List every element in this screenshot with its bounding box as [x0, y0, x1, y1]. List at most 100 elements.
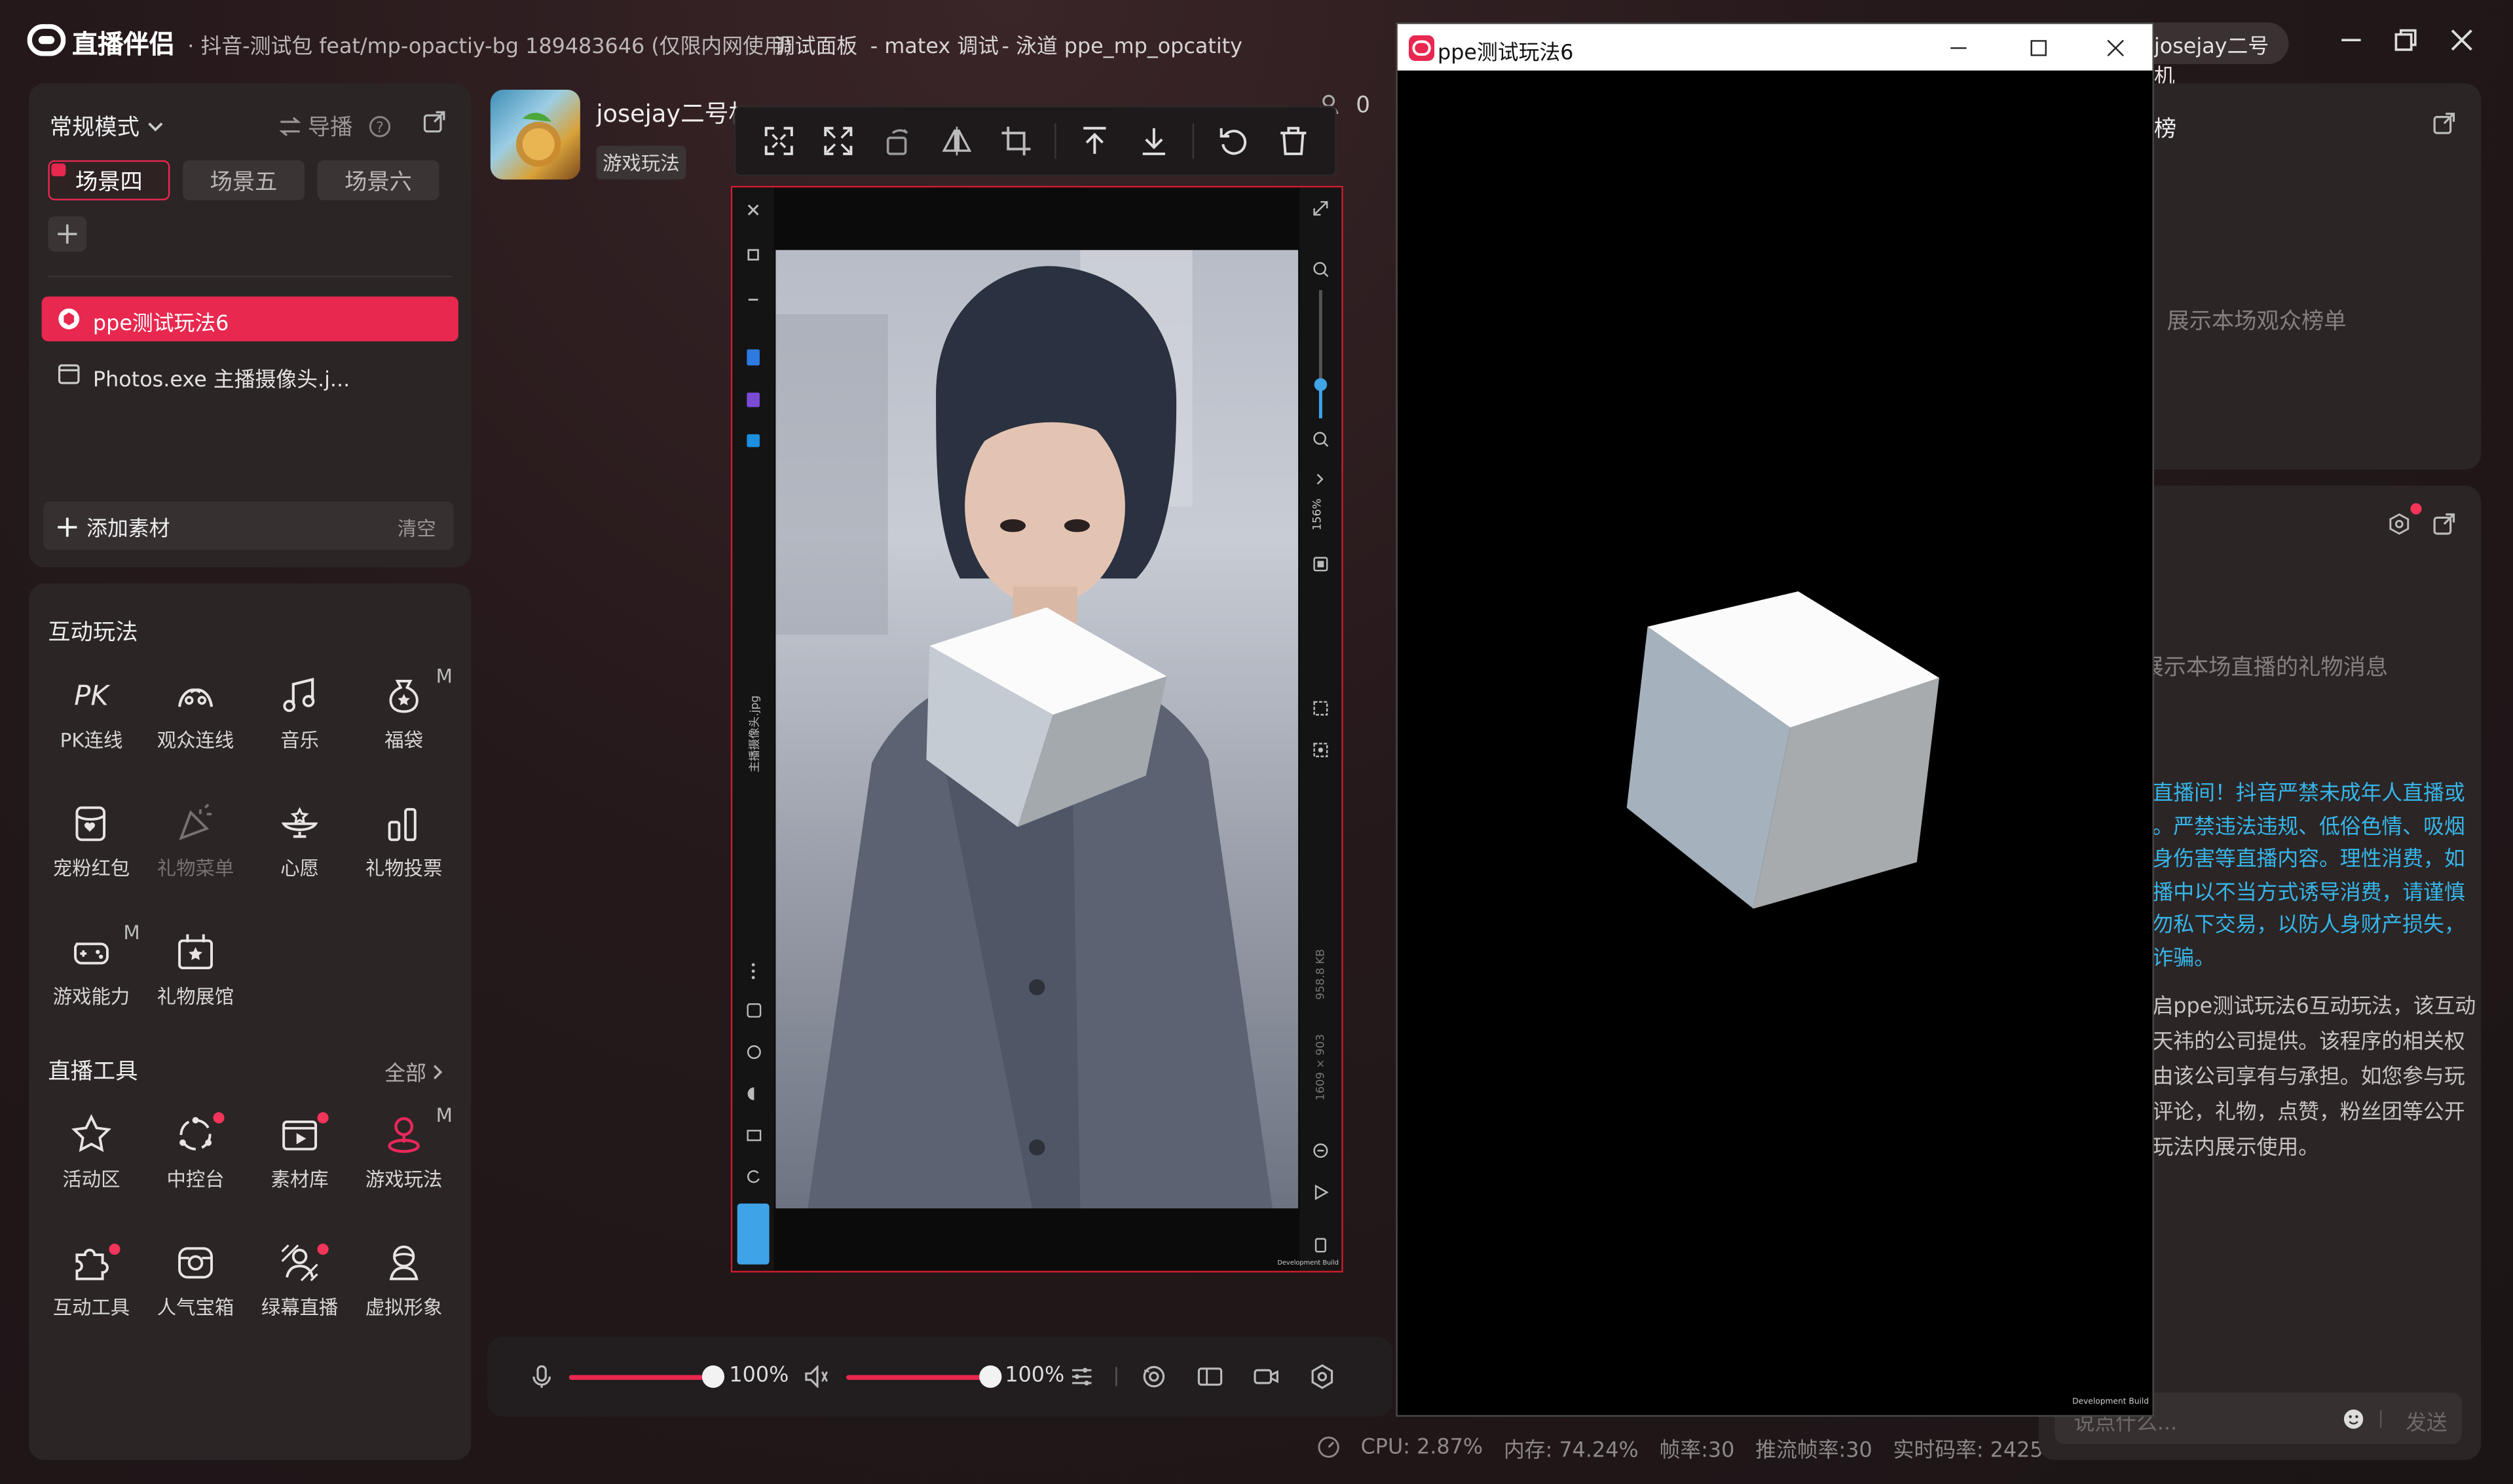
scene-tab-5[interactable]: 场景五 [182, 160, 305, 200]
popout-icon[interactable] [423, 111, 445, 133]
mode-selector[interactable]: 常规模式 [50, 111, 164, 143]
grid-item-music[interactable]: 音乐 [248, 675, 351, 753]
app-blue-icon[interactable] [747, 349, 760, 365]
green-screen-icon [279, 1242, 321, 1284]
grid-item-label: 福袋 [384, 729, 424, 752]
more-icon[interactable] [750, 961, 756, 980]
scene-tab-6[interactable]: 场景六 [317, 160, 439, 200]
viewer-tool-icon[interactable] [747, 1045, 761, 1060]
grid-item-activity[interactable]: 活动区 [40, 1114, 143, 1193]
grid-item-media-library[interactable]: 素材库 [248, 1112, 351, 1193]
popout-icon[interactable] [2433, 513, 2455, 535]
grid-item-console[interactable]: 中控台 [144, 1112, 247, 1193]
rotate-button[interactable] [870, 107, 925, 175]
grid-item-audience-link[interactable]: 观众连线 [144, 675, 247, 753]
scene-tab-4[interactable]: 场景四 [48, 160, 170, 200]
move-top-button[interactable] [1068, 107, 1122, 175]
grid-item-interactive-tools[interactable]: 互动工具 [40, 1242, 143, 1321]
maximize-icon[interactable] [747, 248, 760, 261]
fit-screen-button[interactable] [752, 107, 806, 175]
speaker-volume-slider[interactable] [846, 1365, 1002, 1388]
viewer-tool-icon[interactable] [1312, 742, 1328, 758]
delete-button[interactable] [1266, 107, 1320, 175]
grid-item-wish[interactable]: 心愿 [248, 803, 351, 881]
viewer-tool-icon[interactable] [747, 1170, 761, 1184]
viewer-tool-icon[interactable] [747, 1003, 762, 1018]
chevron-right-icon[interactable] [1316, 473, 1326, 486]
popout-icon[interactable] [2433, 112, 2455, 134]
grid-item-gift-hall[interactable]: 礼物展馆 [144, 931, 247, 1010]
grid-item-treasure-box[interactable]: 人气宝箱 [144, 1242, 247, 1321]
source-item-active[interactable]: ppe测试玩法6 [41, 296, 458, 342]
viewer-tool-icon[interactable] [1314, 1237, 1328, 1253]
app-window: 直播伴侣 · 抖音-测试包 feat/mp-opactiy-bg 1894836… [0, 0, 2513, 1484]
grid-item-red-packet[interactable]: 宠粉红包 [40, 803, 143, 881]
grid-item-pk[interactable]: PK PK连线 [40, 675, 143, 753]
popup-minimize-button[interactable] [1943, 33, 1975, 62]
microphone-icon[interactable] [532, 1365, 551, 1388]
zoom-out-icon[interactable] [1312, 431, 1329, 447]
viewer-tool-icon[interactable] [747, 1086, 761, 1101]
grid-item-game-play[interactable]: 游戏玩法 M [352, 1104, 455, 1193]
add-material-button[interactable]: 添加素材 [58, 511, 170, 542]
app-cyan-icon[interactable] [747, 434, 760, 447]
restore-button[interactable] [2388, 22, 2423, 58]
popup-maximize-button[interactable] [2022, 33, 2055, 62]
m-badge: M [436, 665, 453, 688]
preview-canvas[interactable]: 主播摄像头.jpg 156% 958.8 KB 1609 × 903 Devel… [730, 185, 1343, 1272]
close-icon[interactable] [747, 204, 760, 217]
performance-icon[interactable] [1318, 1436, 1340, 1458]
user-chip[interactable]: josejay二号机 [2131, 22, 2289, 90]
close-button[interactable] [2444, 22, 2480, 58]
crop-button[interactable] [989, 107, 1043, 175]
grid-item-gift-menu[interactable]: 礼物菜单 [144, 803, 247, 881]
minimize-button[interactable] [2334, 22, 2369, 58]
mic-slider-thumb[interactable] [701, 1365, 725, 1388]
notice-line: 诈骗。 [2152, 947, 2215, 971]
stream-cover-avatar[interactable] [490, 90, 580, 180]
zoom-slider[interactable] [1314, 289, 1328, 418]
grid-item-avatar[interactable]: 虚拟形象 [352, 1242, 455, 1321]
settings-gear-icon[interactable] [2388, 513, 2410, 535]
mic-volume-slider[interactable] [568, 1365, 725, 1388]
camera-settings-icon[interactable] [1141, 1363, 1166, 1389]
viewer-tool-icon[interactable] [1312, 700, 1328, 716]
matex-debug-link[interactable]: - matex 调试 [870, 29, 999, 60]
source-item[interactable]: Photos.exe 主播摄像头.j... [42, 352, 458, 398]
app-purple-icon[interactable] [747, 392, 760, 407]
send-button[interactable]: 发送 [2406, 1405, 2448, 1436]
grid-item-gift-vote[interactable]: 礼物投票 [352, 803, 455, 881]
flip-horizontal-button[interactable] [929, 107, 984, 175]
fill-screen-button[interactable] [811, 107, 865, 175]
emoji-icon[interactable] [2343, 1409, 2364, 1430]
grid-item-lucky-bag[interactable]: 福袋 M [352, 665, 455, 753]
popup-close-button[interactable] [2100, 33, 2132, 62]
debug-panel-link[interactable]: 调试面板 [774, 29, 857, 60]
zoom-slider-thumb[interactable] [1314, 378, 1328, 392]
lucky-bag-icon [383, 675, 425, 716]
star-icon [71, 1114, 113, 1156]
reset-button[interactable] [1205, 107, 1259, 175]
tools-all-link[interactable]: 全部 [384, 1056, 444, 1086]
video-camera-icon[interactable] [1254, 1363, 1279, 1389]
fit-icon[interactable] [1312, 556, 1328, 572]
expand-icon[interactable] [1312, 200, 1328, 216]
zoom-in-icon[interactable] [1312, 261, 1329, 277]
screen-layout-icon[interactable] [1197, 1363, 1223, 1389]
stream-tag[interactable]: 游戏玩法 [596, 145, 686, 180]
speaker-slider-thumb[interactable] [979, 1365, 1002, 1388]
clear-button[interactable]: 清空 [398, 515, 436, 542]
mixer-icon[interactable] [1071, 1365, 1093, 1388]
play-icon[interactable] [1312, 1184, 1329, 1200]
settings-gear-icon[interactable] [1309, 1363, 1335, 1390]
minimize-icon[interactable] [747, 293, 760, 306]
guide-button[interactable]: 导播 ? [279, 111, 391, 143]
move-bottom-button[interactable] [1126, 107, 1181, 175]
viewer-tool-icon[interactable] [747, 1128, 762, 1143]
grid-item-game-ability[interactable]: 游戏能力 M [40, 921, 143, 1010]
viewer-tool-icon[interactable] [1312, 1143, 1328, 1159]
speaker-icon[interactable] [804, 1365, 828, 1388]
edit-button[interactable] [737, 1203, 770, 1265]
grid-item-green-screen[interactable]: 绿幕直播 [248, 1242, 351, 1321]
add-scene-button[interactable] [48, 216, 87, 252]
